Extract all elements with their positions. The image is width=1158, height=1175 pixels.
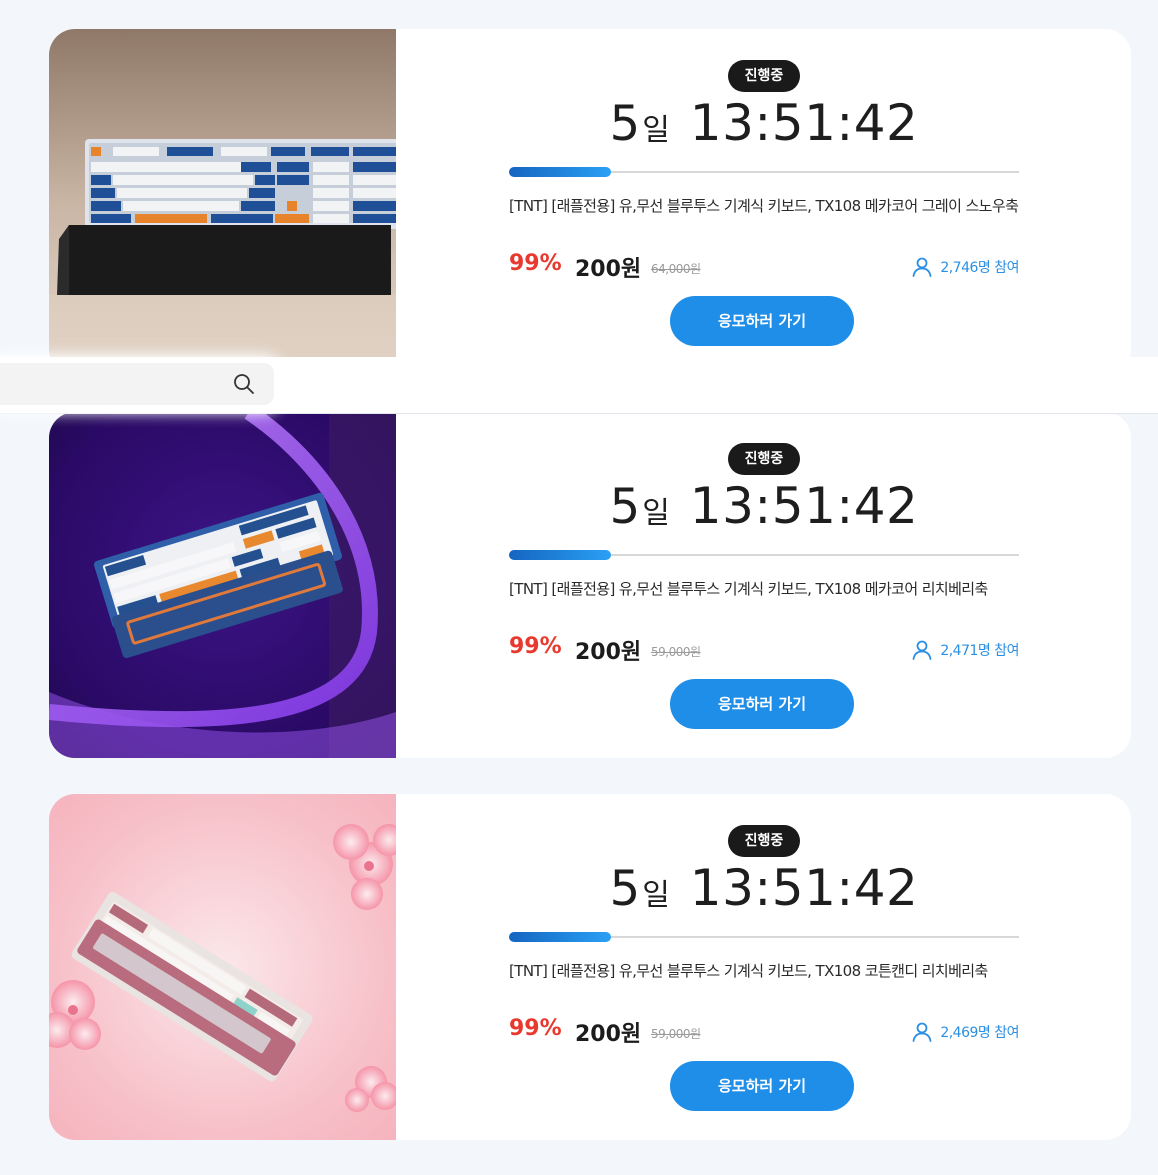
original-price: 59,000원 xyxy=(651,1027,701,1041)
original-price: 64,000원 xyxy=(651,262,701,276)
participant-count: 2,746명 참여 xyxy=(910,254,1019,280)
raffle-card[interactable]: 진행중 5일 13:51:42 [TNT] [래플전용] 유,무선 블루투스 기계… xyxy=(49,412,1131,758)
discount-rate: 99% xyxy=(509,251,562,276)
countdown-days: 5 xyxy=(609,479,641,535)
status-badge: 진행중 xyxy=(728,60,800,92)
original-price: 59,000원 xyxy=(651,645,701,659)
raffle-info: 진행중 5일 13:51:42 [TNT] [래플전용] 유,무선 블루투스 기계… xyxy=(509,29,1019,375)
search-icon[interactable] xyxy=(232,372,256,396)
progress-fill xyxy=(509,932,611,942)
enter-raffle-button[interactable]: 응모하러 가기 xyxy=(670,296,854,346)
search-input[interactable] xyxy=(10,363,224,407)
countdown-time: 13:51:42 xyxy=(689,859,919,917)
raffle-card[interactable]: 진행중 5일 13:51:42 [TNT] [래플전용] 유,무선 블루투스 기계… xyxy=(49,794,1131,1140)
raffle-card[interactable]: 진행중 5일 13:51:42 [TNT] [래플전용] 유,무선 블루투스 기계… xyxy=(49,29,1131,375)
countdown-timer: 5일 13:51:42 xyxy=(509,93,1019,153)
user-icon xyxy=(912,257,932,277)
enter-raffle-button[interactable]: 응모하러 가기 xyxy=(670,679,854,729)
progress-bar xyxy=(509,932,1019,942)
price-row: 99% 200원 64,000원 2,746명 참여 xyxy=(509,249,1019,285)
sale-price: 200원 xyxy=(575,1022,642,1047)
discount-rate: 99% xyxy=(509,1016,562,1041)
sale-price: 200원 xyxy=(575,257,642,282)
participant-count: 2,469명 참여 xyxy=(910,1019,1019,1045)
user-icon xyxy=(912,1022,932,1042)
product-image[interactable] xyxy=(49,412,396,758)
keyboard-image xyxy=(49,794,396,1140)
user-icon xyxy=(912,640,932,660)
countdown-time: 13:51:42 xyxy=(689,94,919,152)
product-name[interactable]: [TNT] [래플전용] 유,무선 블루투스 기계식 키보드, TX108 메카… xyxy=(509,193,1019,219)
keyboard-image xyxy=(49,412,396,758)
progress-bar xyxy=(509,167,1019,177)
product-image[interactable] xyxy=(49,29,396,375)
status-badge: 진행중 xyxy=(728,443,800,475)
raffle-info: 진행중 5일 13:51:42 [TNT] [래플전용] 유,무선 블루투스 기계… xyxy=(509,794,1019,1140)
discount-rate: 99% xyxy=(509,634,562,659)
price-row: 99% 200원 59,000원 2,469명 참여 xyxy=(509,1014,1019,1050)
sale-price: 200원 xyxy=(575,640,642,665)
search-box[interactable] xyxy=(0,363,274,407)
countdown-days: 5 xyxy=(609,861,641,917)
product-name[interactable]: [TNT] [래플전용] 유,무선 블루투스 기계식 키보드, TX108 코튼… xyxy=(509,958,1019,984)
progress-fill xyxy=(509,550,611,560)
keyboard-image xyxy=(49,29,396,375)
enter-raffle-button[interactable]: 응모하러 가기 xyxy=(670,1061,854,1111)
product-name[interactable]: [TNT] [래플전용] 유,무선 블루투스 기계식 키보드, TX108 메카… xyxy=(509,576,1019,602)
progress-bar xyxy=(509,550,1019,560)
participant-count: 2,471명 참여 xyxy=(910,637,1019,663)
countdown-timer: 5일 13:51:42 xyxy=(509,476,1019,536)
raffle-info: 진행중 5일 13:51:42 [TNT] [래플전용] 유,무선 블루투스 기계… xyxy=(509,412,1019,758)
countdown-days: 5 xyxy=(609,96,641,152)
countdown-time: 13:51:42 xyxy=(689,477,919,535)
product-image[interactable] xyxy=(49,794,396,1140)
countdown-timer: 5일 13:51:42 xyxy=(509,858,1019,918)
countdown-days-unit: 일 xyxy=(642,878,670,913)
participant-count-label: 2,746명 참여 xyxy=(940,260,1019,276)
participant-count-label: 2,471명 참여 xyxy=(940,643,1019,659)
progress-fill xyxy=(509,167,611,177)
participant-count-label: 2,469명 참여 xyxy=(940,1025,1019,1041)
status-badge: 진행중 xyxy=(728,825,800,857)
search-bar xyxy=(0,357,1158,414)
price-row: 99% 200원 59,000원 2,471명 참여 xyxy=(509,632,1019,668)
countdown-days-unit: 일 xyxy=(642,496,670,531)
countdown-days-unit: 일 xyxy=(642,113,670,148)
